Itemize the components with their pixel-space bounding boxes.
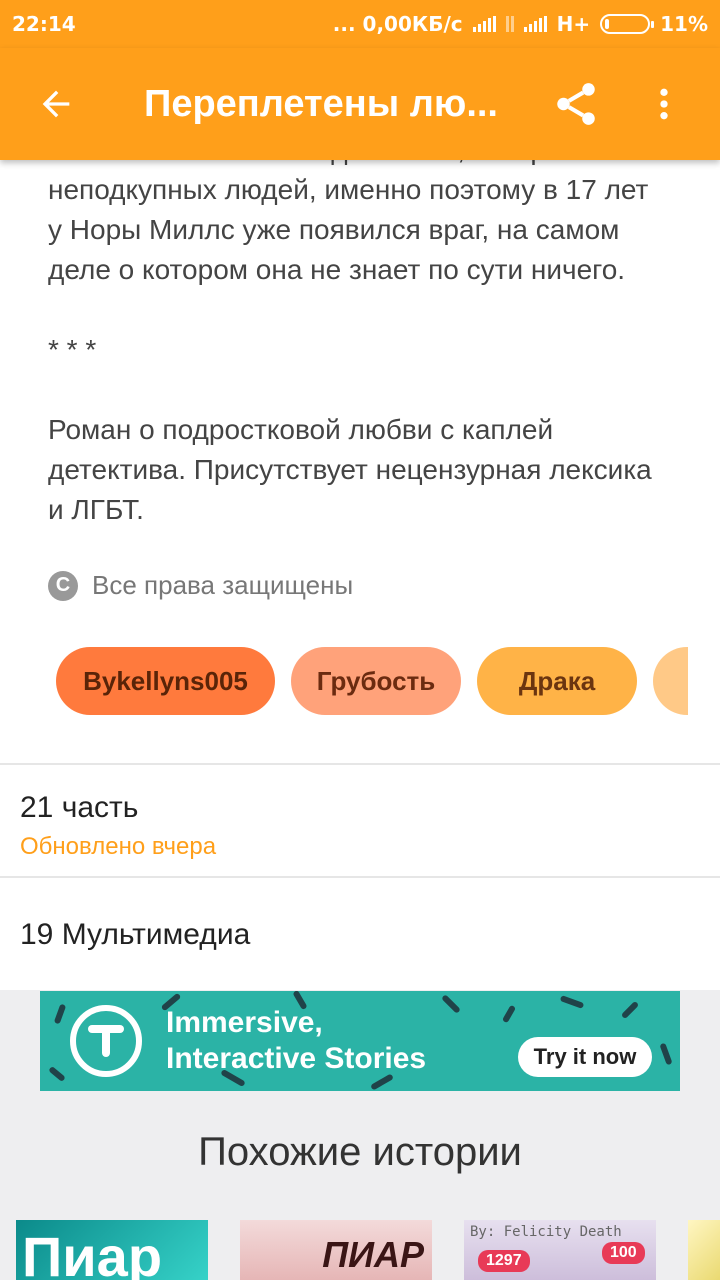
share-icon bbox=[557, 83, 595, 125]
back-button[interactable] bbox=[0, 48, 112, 160]
cover-badge: 100 bbox=[602, 1242, 645, 1264]
parts-count: 21 часть bbox=[20, 791, 139, 824]
cover-author: By: Felicity Death bbox=[470, 1224, 622, 1240]
tag-chip[interactable]: Драка bbox=[477, 647, 637, 715]
share-button[interactable] bbox=[532, 48, 620, 160]
cover-title: Пиар bbox=[22, 1225, 163, 1280]
copyright-text: Все права защищены bbox=[92, 570, 354, 600]
banner-text: Immersive, Interactive Stories bbox=[166, 1005, 426, 1077]
description-line: и ЛГБТ. bbox=[48, 494, 144, 525]
description-line: деле о котором она не знает по сути ниче… bbox=[48, 254, 626, 285]
cover-title: ПИАР bbox=[322, 1234, 424, 1275]
description-line: детектива. Присутствует нецензурная лекс… bbox=[48, 454, 652, 485]
try-it-now-button[interactable]: Try it now bbox=[518, 1037, 652, 1077]
banner-line-1: Immersive, bbox=[166, 1006, 323, 1039]
signal-icon bbox=[472, 16, 496, 32]
page-title: Переплетены лю... bbox=[144, 82, 498, 125]
media-count: 19 Мультимедиа bbox=[20, 918, 251, 951]
tag-chip[interactable]: Грубость bbox=[291, 647, 461, 715]
similar-stories-list: Пиар ПИАР By: Felicity Death 1297 100 bbox=[16, 1220, 720, 1280]
network-speed: ... 0,00КБ/с bbox=[332, 12, 463, 36]
media-row[interactable]: 19 Мультимедиа bbox=[0, 876, 720, 990]
network-type: H+ bbox=[556, 12, 591, 36]
tag-chip[interactable]: Bykellyns005 bbox=[56, 647, 275, 715]
story-description: Чтобы обезопасить в детей. Но, в мире ма… bbox=[48, 130, 688, 570]
tag-chip[interactable] bbox=[653, 647, 688, 715]
status-time: 22:14 bbox=[12, 12, 76, 36]
status-right: ... 0,00КБ/с H+ 11% bbox=[333, 12, 708, 36]
story-cover[interactable]: Пиар bbox=[16, 1220, 208, 1280]
story-cover[interactable]: By: Felicity Death 1297 100 bbox=[464, 1220, 656, 1280]
description-line: у Норы Миллс уже появился враг, на самом bbox=[48, 214, 620, 245]
data-activity-icon bbox=[505, 16, 514, 32]
battery-percent: 11% bbox=[660, 12, 708, 36]
story-cover[interactable]: ПИАР bbox=[240, 1220, 432, 1280]
description-paragraph-2: Роман о подростковой любви с каплей дете… bbox=[48, 410, 688, 530]
app-bar: Переплетены лю... bbox=[0, 48, 720, 160]
battery-icon bbox=[600, 14, 655, 34]
description-line: неподкупных людей, именно поэтому в 17 л… bbox=[48, 174, 649, 205]
parts-row[interactable]: 21 часть Обновлено вчера bbox=[0, 763, 720, 876]
status-bar: 22:14 ... 0,00КБ/с H+ 11% bbox=[0, 0, 720, 48]
cover-badge: 1297 bbox=[478, 1250, 530, 1272]
more-vert-icon bbox=[660, 88, 668, 120]
banner-line-2: Interactive Stories bbox=[166, 1042, 427, 1075]
story-cover[interactable] bbox=[688, 1220, 720, 1280]
copyright-icon: C bbox=[48, 570, 78, 601]
arrow-back-icon bbox=[42, 90, 70, 118]
parts-updated: Обновлено вчера bbox=[20, 833, 217, 860]
description-separator: * * * bbox=[48, 334, 97, 365]
tag-list: Bykellyns005 Грубость Драка bbox=[56, 647, 688, 715]
more-button[interactable] bbox=[620, 48, 708, 160]
battery-level bbox=[605, 19, 610, 29]
description-line: Роман о подростковой любви с каплей bbox=[48, 414, 554, 445]
ad-banner[interactable]: Immersive, Interactive Stories Try it no… bbox=[40, 991, 680, 1091]
signal-icon-2 bbox=[523, 16, 547, 32]
tapread-logo-icon bbox=[70, 1005, 142, 1077]
similar-stories-heading: Похожие истории bbox=[198, 1130, 522, 1174]
copyright-notice: C Все права защищены bbox=[48, 570, 353, 601]
